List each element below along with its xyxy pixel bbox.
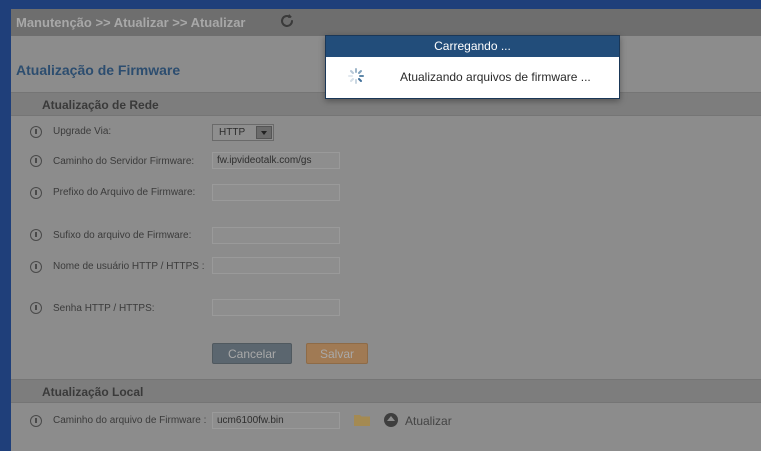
- info-icon[interactable]: [30, 229, 42, 241]
- server-path-input[interactable]: fw.ipvideotalk.com/gs: [212, 152, 340, 169]
- upgrade-via-value: HTTP: [219, 127, 246, 138]
- section-title: Atualização Local: [42, 385, 144, 399]
- spinner-icon: [348, 68, 364, 84]
- info-icon[interactable]: [30, 187, 42, 199]
- http-username-input[interactable]: [212, 257, 340, 274]
- info-icon[interactable]: [30, 155, 42, 167]
- file-suffix-label: Sufixo do arquivo de Firmware:: [53, 230, 192, 241]
- http-password-label: Senha HTTP / HTTPS:: [53, 303, 155, 314]
- upgrade-via-select[interactable]: HTTP: [212, 124, 274, 141]
- upload-button-label[interactable]: Atualizar: [405, 414, 452, 428]
- section-title: Atualização de Rede: [42, 98, 159, 112]
- file-suffix-input[interactable]: [212, 227, 340, 244]
- info-icon[interactable]: [30, 302, 42, 314]
- http-password-input[interactable]: [212, 299, 340, 316]
- server-path-label: Caminho do Servidor Firmware:: [53, 156, 195, 167]
- dropdown-arrow-icon[interactable]: [256, 126, 272, 139]
- info-icon[interactable]: [30, 415, 42, 427]
- info-icon[interactable]: [30, 126, 42, 138]
- page-title: Atualização de Firmware: [16, 62, 181, 78]
- file-prefix-input[interactable]: [212, 184, 340, 201]
- info-icon[interactable]: [30, 261, 42, 273]
- section-header-local: Atualização Local: [11, 379, 761, 403]
- dialog-title: Carregando ...: [326, 36, 619, 57]
- refresh-icon[interactable]: [278, 12, 296, 30]
- top-bar: Manutenção >> Atualizar >> Atualizar: [11, 9, 761, 36]
- firmware-path-label: Caminho do arquivo de Firmware :: [53, 415, 207, 426]
- loading-dialog: Carregando ... Atualizando arquivos de f…: [325, 35, 620, 99]
- save-button[interactable]: Salvar: [306, 343, 368, 364]
- http-username-label: Nome de usuário HTTP / HTTPS :: [53, 261, 205, 272]
- upload-icon[interactable]: [384, 413, 398, 427]
- dialog-message: Atualizando arquivos de firmware ...: [400, 70, 591, 84]
- firmware-path-input[interactable]: ucm6100fw.bin: [212, 412, 340, 429]
- upgrade-via-label: Upgrade Via:: [53, 126, 112, 137]
- cancel-button[interactable]: Cancelar: [212, 343, 292, 364]
- breadcrumb: Manutenção >> Atualizar >> Atualizar: [16, 15, 246, 30]
- folder-icon[interactable]: [354, 414, 370, 426]
- file-prefix-label: Prefixo do Arquivo de Firmware:: [53, 187, 196, 198]
